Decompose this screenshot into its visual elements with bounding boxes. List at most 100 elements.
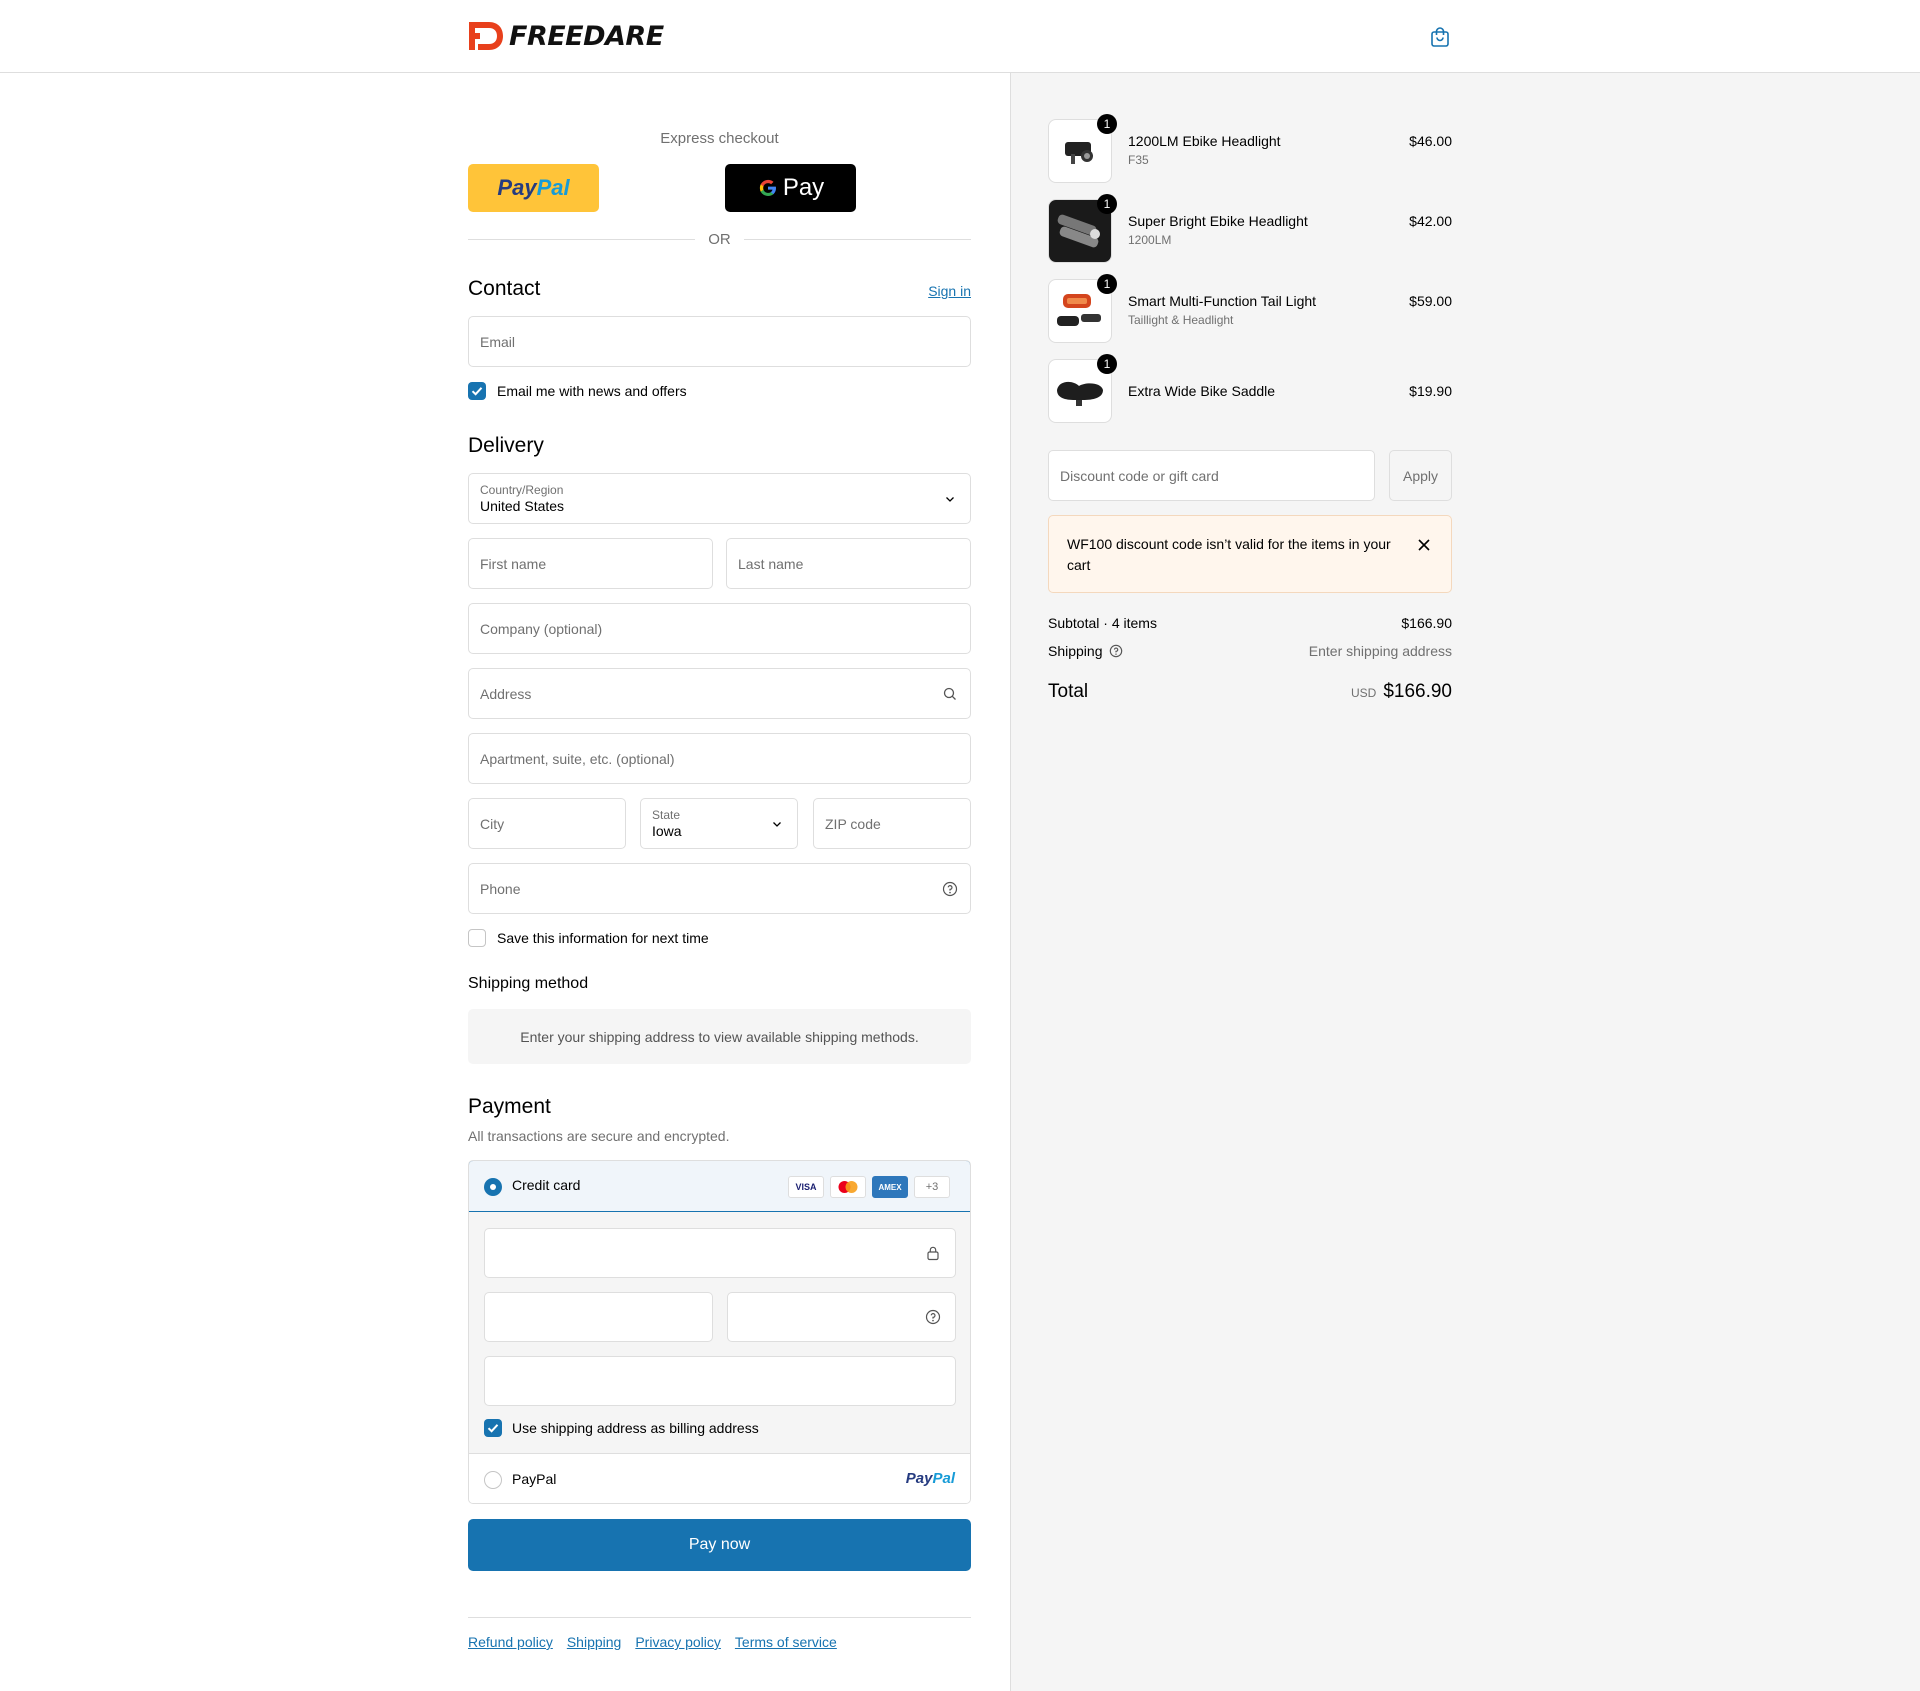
item-name: Extra Wide Bike Saddle [1128, 383, 1276, 399]
paypal-express-button[interactable]: Pay Pal [468, 164, 599, 212]
delivery-title: Delivery [468, 434, 544, 457]
paypal-logo: PayPal [905, 1470, 955, 1487]
credit-card-form: Use shipping address as billing address [469, 1212, 970, 1453]
more-cards-badge: +3 [914, 1176, 950, 1198]
item-variant: Taillight & Headlight [1128, 313, 1234, 327]
paypal-option-label: PayPal [512, 1471, 557, 1487]
google-pay-button[interactable]: Pay [725, 164, 856, 212]
apartment-field[interactable]: Apartment, suite, etc. (optional) [468, 733, 971, 784]
discount-error-message: WF100 discount code isn’t valid for the … [1067, 536, 1391, 573]
chevron-down-icon [946, 496, 954, 502]
first-name-field[interactable]: First name [468, 538, 713, 589]
card-name-field[interactable] [484, 1356, 956, 1406]
quantity-badge: 1 [1097, 354, 1117, 374]
footer-divider [468, 1617, 971, 1618]
chevron-down-icon [773, 821, 781, 827]
newsletter-label: Email me with news and offers [497, 383, 687, 399]
or-label: OR [708, 231, 731, 248]
terms-of-service-link[interactable]: Terms of service [735, 1634, 837, 1650]
total-currency: USD [1350, 686, 1377, 700]
item-price: $19.90 [1409, 383, 1452, 399]
cart-item: 1 Extra Wide Bike Saddle $19.90 [1048, 354, 1452, 425]
shipping-notice-text: Enter your shipping address to view avai… [520, 1028, 919, 1045]
credit-card-option[interactable]: Credit card VISA AMEX +3 [469, 1161, 970, 1212]
total-amount: USD $166.90 [1351, 681, 1452, 703]
state-value: Iowa [652, 822, 682, 839]
help-circle-icon[interactable] [942, 881, 958, 897]
refund-policy-link[interactable]: Refund policy [468, 1634, 553, 1650]
city-placeholder: City [480, 815, 505, 832]
item-price: $42.00 [1409, 213, 1452, 229]
contact-title: Contact [468, 277, 541, 300]
item-price: $46.00 [1409, 133, 1452, 149]
quantity-badge: 1 [1097, 114, 1117, 134]
brand-logo[interactable]: FREEDARE [467, 20, 664, 52]
shopping-bag-icon[interactable] [1429, 26, 1451, 48]
phone-field[interactable]: Phone [468, 863, 971, 914]
product-thumbnail: 1 [1048, 194, 1117, 263]
amex-icon: AMEX [872, 1176, 908, 1198]
billing-address-checkbox[interactable] [484, 1419, 502, 1437]
company-field[interactable]: Company (optional) [468, 603, 971, 654]
item-name: 1200LM Ebike Headlight [1128, 133, 1281, 149]
item-price: $59.00 [1409, 293, 1452, 309]
paypal-logo-part: Pay [497, 175, 537, 200]
card-cvv-field[interactable] [727, 1292, 956, 1342]
company-placeholder: Company (optional) [480, 620, 603, 637]
shipping-policy-link[interactable]: Shipping [567, 1634, 622, 1650]
credit-card-radio[interactable] [484, 1178, 502, 1196]
payment-title: Payment [468, 1095, 551, 1118]
cart-item: 1 Smart Multi-Function Tail Light Tailli… [1048, 274, 1452, 345]
lock-icon [927, 1246, 939, 1261]
gpay-label: Pay [782, 174, 825, 201]
card-number-field[interactable] [484, 1228, 956, 1278]
paypal-logo-part: Pal [536, 175, 570, 200]
pay-now-button[interactable]: Pay now [468, 1519, 971, 1571]
apply-discount-button[interactable]: Apply [1389, 450, 1452, 501]
product-thumbnail: 1 [1048, 354, 1117, 423]
close-icon[interactable] [1417, 538, 1431, 552]
help-circle-icon[interactable] [925, 1309, 941, 1325]
help-circle-icon[interactable] [1109, 644, 1123, 658]
express-checkout-title: Express checkout [660, 130, 779, 147]
paypal-option[interactable]: PayPal PayPal [469, 1453, 970, 1503]
country-select[interactable]: Country/Region United States [468, 473, 971, 524]
google-g-icon [759, 179, 776, 196]
payment-subtitle: All transactions are secure and encrypte… [468, 1128, 730, 1144]
shipping-label-wrap: Shipping [1048, 643, 1123, 659]
country-label: Country/Region [480, 482, 564, 497]
checkmark-icon [487, 1424, 499, 1433]
save-info-checkbox[interactable] [468, 929, 486, 947]
sign-in-link[interactable]: Sign in [928, 283, 971, 299]
address-field[interactable]: Address [468, 668, 971, 719]
total-value: $166.90 [1383, 681, 1452, 702]
shipping-label: Shipping [1048, 643, 1103, 659]
address-placeholder: Address [480, 685, 532, 702]
search-icon [943, 687, 956, 700]
card-expiry-field[interactable] [484, 1292, 713, 1342]
credit-card-label: Credit card [512, 1177, 581, 1193]
shipping-value: Enter shipping address [1308, 643, 1452, 659]
first-name-placeholder: First name [480, 555, 547, 572]
payment-methods: Credit card VISA AMEX +3 Use shipping ad… [468, 1160, 971, 1504]
zip-field[interactable]: ZIP code [813, 798, 971, 849]
privacy-policy-link[interactable]: Privacy policy [635, 1634, 721, 1650]
brand-name: FREEDARE [509, 20, 664, 52]
cart-item: 1 Super Bright Ebike Headlight 1200LM $4… [1048, 194, 1452, 265]
last-name-field[interactable]: Last name [726, 538, 971, 589]
mastercard-icon [830, 1176, 866, 1198]
phone-placeholder: Phone [480, 880, 521, 897]
paypal-radio[interactable] [484, 1471, 502, 1489]
email-field[interactable]: Email [468, 316, 971, 367]
site-header: FREEDARE [0, 0, 1920, 73]
quantity-badge: 1 [1097, 194, 1117, 214]
discount-code-field[interactable]: Discount code or gift card [1048, 450, 1375, 501]
or-divider: OR [468, 229, 971, 249]
item-name: Super Bright Ebike Headlight [1128, 213, 1308, 229]
state-select[interactable]: State Iowa [640, 798, 798, 849]
cart-item: 1 1200LM Ebike Headlight F35 $46.00 [1048, 114, 1452, 185]
city-field[interactable]: City [468, 798, 626, 849]
state-label: State [652, 807, 681, 822]
last-name-placeholder: Last name [738, 555, 804, 572]
newsletter-checkbox[interactable] [468, 382, 486, 400]
